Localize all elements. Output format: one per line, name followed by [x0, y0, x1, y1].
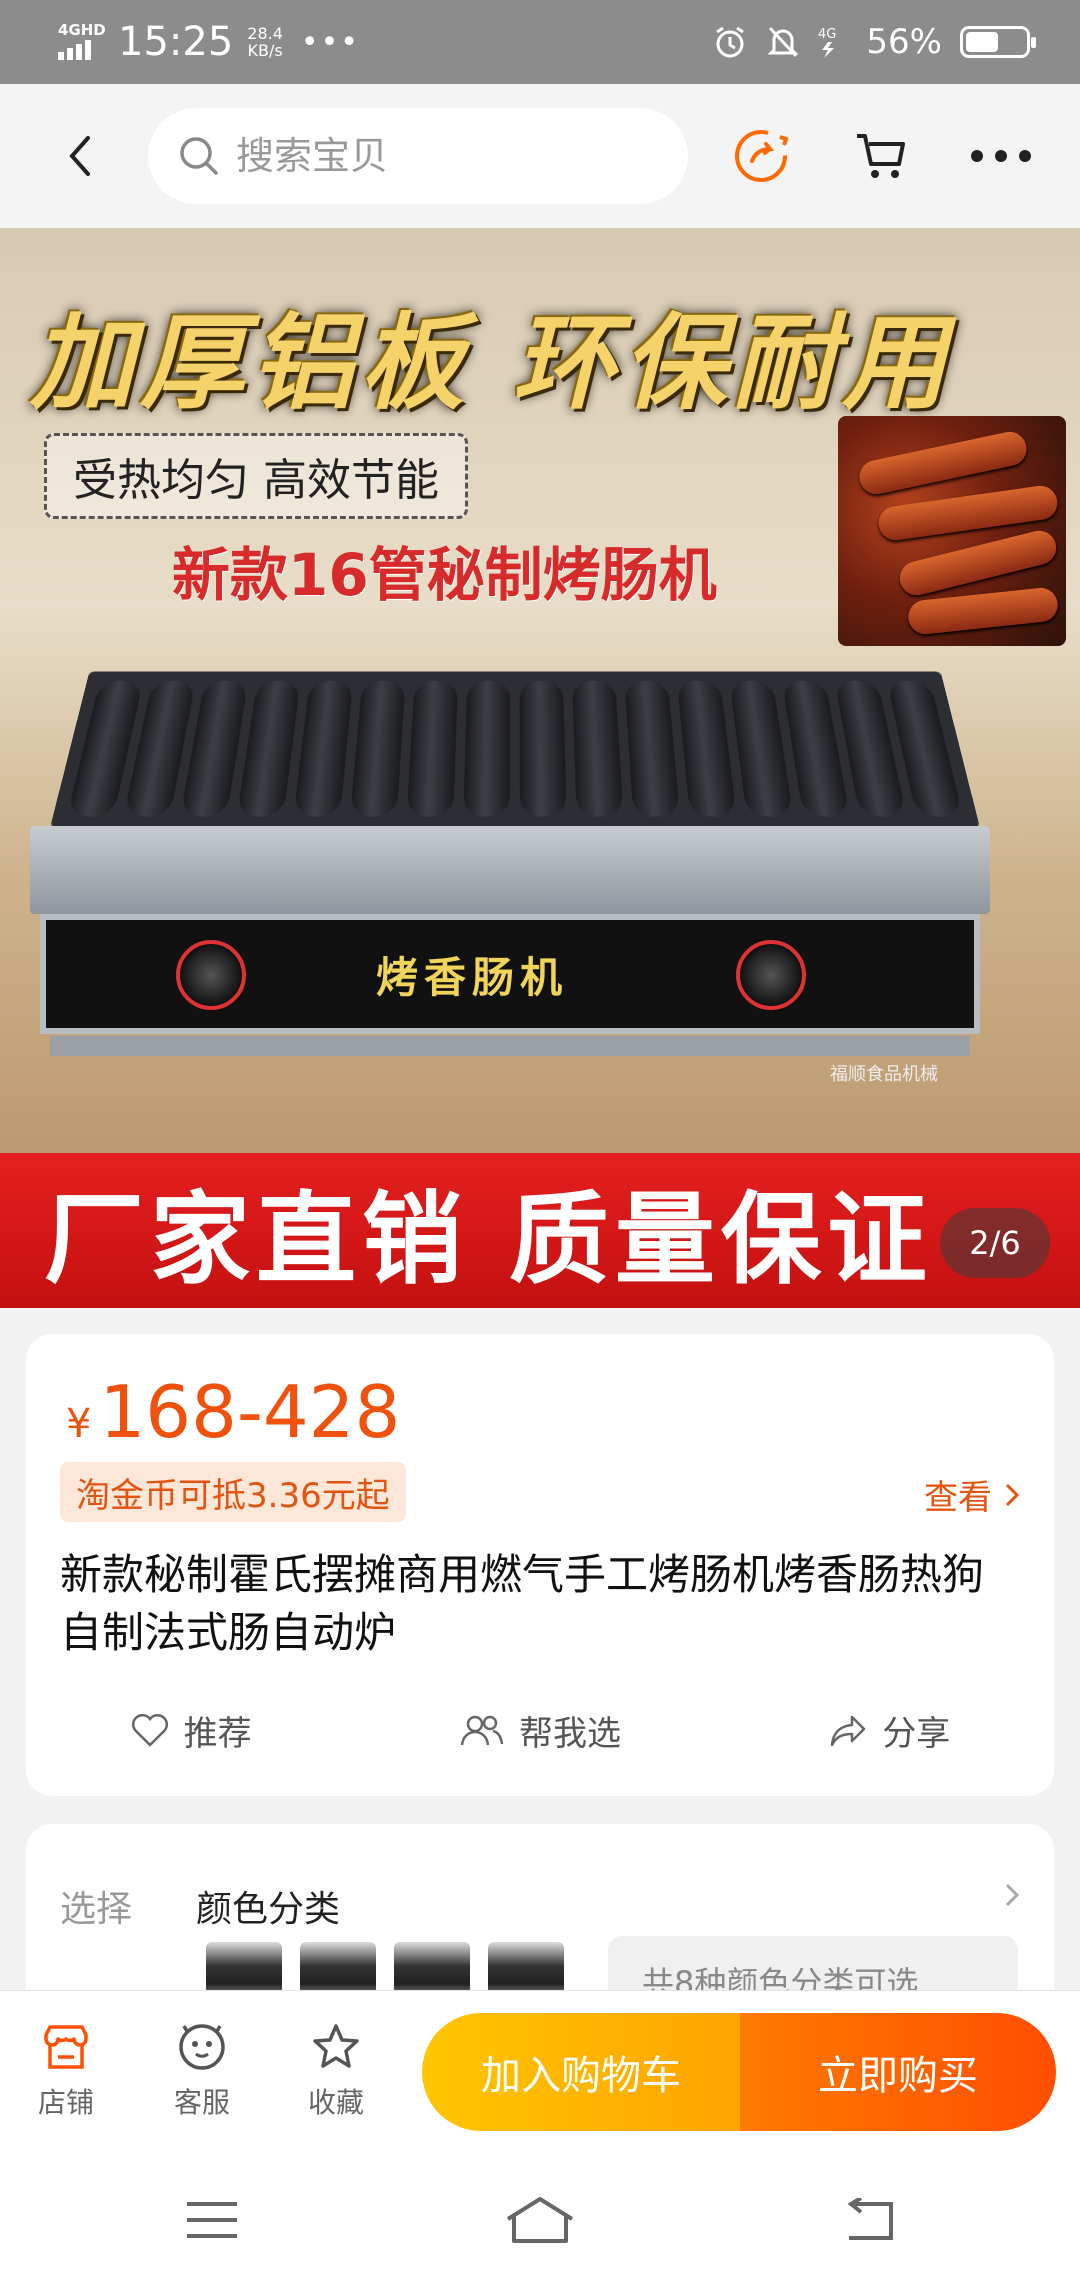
selection-label: 选择	[60, 1889, 133, 1930]
view-discount-link[interactable]: 查看	[924, 1470, 1020, 1519]
chevron-right-icon	[1005, 1883, 1020, 1907]
shop-icon	[44, 2025, 88, 2069]
product-image-gallery[interactable]: 加厚铝板 环保耐用 受热均匀 高效节能 新款16管秘制烤肠机 烤香肠机 福顺食品…	[0, 228, 1080, 1308]
system-navigation-bar	[0, 2160, 1080, 2280]
shop-button[interactable]: 店铺	[16, 2021, 116, 2121]
status-bar: 4GHD 15:25 28.4 KB/s ••• 4G 56%	[0, 0, 1080, 84]
chevron-right-icon	[1005, 1483, 1020, 1506]
search-bar[interactable]	[148, 108, 688, 204]
image-counter: 2/6	[940, 1208, 1050, 1278]
top-navigation	[0, 84, 1080, 228]
clock: 15:25	[118, 19, 234, 65]
share-icon	[831, 1715, 866, 1746]
image-model-text: 新款16管秘制烤肠机	[172, 541, 717, 609]
image-watermark: 福顺食品机械	[830, 1064, 938, 1085]
battery-percent: 56%	[866, 22, 942, 62]
product-info-card: ¥ 168-428 淘金币可抵3.36元起 查看 新款秘制霍氏摆摊商用燃气手工烤…	[26, 1334, 1054, 1796]
coin-discount-tag[interactable]: 淘金币可抵3.36元起	[60, 1462, 406, 1522]
menu-key[interactable]	[172, 2190, 252, 2250]
back-button[interactable]	[50, 126, 110, 186]
image-bottom-banner: 厂家直销 质量保证	[0, 1153, 1080, 1308]
menu-icon	[187, 2202, 237, 2238]
more-notifications-icon: •••	[300, 24, 360, 60]
sausage-photo	[838, 416, 1066, 646]
heart-icon	[131, 1713, 168, 1747]
selection-value: 颜色分类	[196, 1889, 341, 1930]
image-headline: 加厚铝板 环保耐用	[30, 301, 953, 424]
search-input[interactable]	[236, 134, 656, 178]
buy-now-button[interactable]: 立即购买	[740, 2013, 1056, 2131]
mute-bell-icon	[767, 26, 800, 58]
customer-service-button[interactable]: 客服	[152, 2021, 252, 2121]
share-reward-button[interactable]	[726, 121, 796, 191]
alarm-icon	[716, 26, 745, 58]
back-key[interactable]	[828, 2190, 908, 2250]
add-to-cart-button[interactable]: 加入购物车	[422, 2013, 740, 2131]
network-speed: 28.4 KB/s	[247, 24, 283, 60]
customer-service-icon	[179, 2024, 225, 2070]
recommend-button[interactable]: 推荐	[130, 1706, 252, 1755]
signal-icon: 4GHD	[58, 22, 106, 62]
image-subtitle: 受热均匀 高效节能	[44, 433, 468, 519]
price: ¥ 168-428	[66, 1370, 401, 1454]
back-arrow-icon	[69, 136, 90, 176]
grill-machine-image: 烤香肠机 福顺食品机械	[30, 648, 1000, 1098]
product-title: 新款秘制霍氏摆摊商用燃气手工烤肠机烤香肠热狗自制法式肠自动炉	[60, 1550, 985, 1657]
svg-text:4G: 4G	[818, 27, 836, 42]
star-icon	[313, 2024, 359, 2068]
home-key[interactable]	[500, 2190, 580, 2250]
help-choose-button[interactable]: 帮我选	[459, 1706, 621, 1755]
favorite-button[interactable]: 收藏	[286, 2021, 386, 2121]
search-icon	[180, 137, 218, 175]
cart-button[interactable]	[846, 121, 916, 191]
people-icon	[460, 1715, 504, 1745]
bottom-action-bar: 店铺 客服 收藏 加入购物车 立即购买	[0, 1990, 1080, 2160]
machine-label: 烤香肠机	[376, 952, 569, 1002]
share-reward-icon	[735, 130, 789, 182]
share-button[interactable]: 分享	[828, 1706, 950, 1755]
more-dots-icon	[971, 150, 1031, 162]
back-key-icon	[847, 2198, 893, 2240]
4g-signal-icon: 4G	[818, 27, 837, 58]
product-actions: 推荐 帮我选 分享	[26, 1706, 1054, 1755]
more-button[interactable]	[966, 121, 1036, 191]
home-icon	[506, 2197, 574, 2243]
cart-icon	[857, 134, 905, 178]
battery-icon	[960, 26, 1036, 58]
